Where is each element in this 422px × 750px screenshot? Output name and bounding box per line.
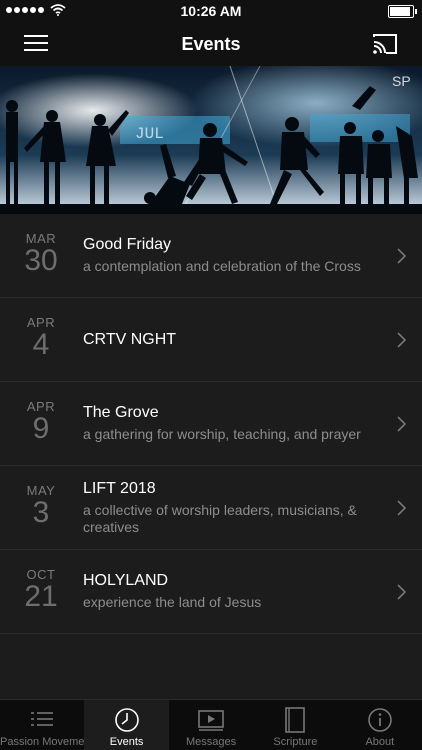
event-date: MAY 3	[0, 483, 82, 528]
event-info: The Grove a gathering for worship, teach…	[83, 382, 382, 465]
event-day: 9	[32, 412, 50, 445]
book-icon	[285, 707, 306, 733]
cast-button[interactable]	[370, 32, 400, 56]
event-title: HOLYLAND	[83, 572, 169, 589]
event-date: OCT 21	[0, 567, 82, 612]
event-date: MAR 30	[0, 231, 82, 276]
tab-label: About	[365, 736, 395, 748]
tab-scripture[interactable]: Scripture	[253, 700, 337, 750]
event-info: CRTV NGHT	[83, 298, 382, 381]
event-date: APR 9	[0, 399, 82, 444]
chevron-right-icon	[397, 584, 406, 600]
nav-bar: Events	[0, 22, 422, 66]
tab-label: Events	[109, 736, 144, 748]
clock-icon	[114, 708, 139, 732]
event-info: Good Friday a contemplation and celebrat…	[83, 214, 382, 297]
tab-label: Scripture	[273, 736, 318, 748]
chevron-right-icon	[397, 248, 406, 264]
status-time: 10:26 AM	[180, 3, 242, 19]
event-row-the-grove[interactable]: APR 9 The Grove a gathering for worship,…	[0, 382, 422, 466]
tab-label: Passion Movement	[0, 736, 94, 748]
event-day: 30	[24, 244, 58, 277]
event-day: 3	[32, 496, 50, 529]
event-subtitle: a gathering for worship, teaching, and p…	[83, 426, 361, 442]
event-subtitle: experience the land of Jesus	[83, 594, 262, 610]
hero-image: JUL SP	[0, 66, 422, 214]
event-row-holyland[interactable]: OCT 21 HOLYLAND experience the land of J…	[0, 550, 422, 634]
event-subtitle: a contemplation and celebration of the C…	[83, 258, 361, 274]
hero-banner: JUL SP	[0, 66, 422, 214]
tab-passion-movement[interactable]: Passion Movement	[0, 700, 94, 750]
tab-events[interactable]: Events	[84, 700, 169, 750]
page-title: Events	[181, 34, 241, 54]
event-info: HOLYLAND experience the land of Jesus	[83, 550, 382, 633]
event-date: APR 4	[0, 315, 82, 360]
chevron-right-icon	[397, 500, 406, 516]
events-list: MAR 30 Good Friday a contemplation and c…	[0, 214, 422, 634]
tab-messages[interactable]: Messages	[169, 700, 253, 750]
event-title: LIFT 2018	[83, 479, 156, 497]
event-row-lift-2018[interactable]: MAY 3 LIFT 2018 a collective of worship …	[0, 466, 422, 550]
event-day: 21	[24, 580, 58, 613]
hero-overlay-text: JUL	[135, 125, 164, 143]
event-day: 4	[32, 328, 50, 361]
event-title: The Grove	[83, 404, 159, 421]
event-info: LIFT 2018 a collective of worship leader…	[83, 466, 382, 549]
chevron-right-icon	[397, 332, 406, 348]
video-icon	[198, 710, 224, 731]
battery-icon	[388, 5, 417, 18]
list-icon	[31, 712, 54, 726]
tab-about[interactable]: About	[338, 700, 422, 750]
tab-bar: Passion Movement Events Messages Scriptu…	[0, 699, 422, 750]
event-subtitle: a collective of worship leaders, musicia…	[83, 501, 357, 535]
cast-icon	[373, 34, 397, 54]
status-bar: 10:26 AM	[0, 0, 422, 22]
event-row-crtv-nght[interactable]: APR 4 CRTV NGHT	[0, 298, 422, 382]
event-title: Good Friday	[83, 236, 172, 253]
info-icon	[368, 708, 392, 732]
tab-label: Messages	[185, 736, 237, 748]
event-row-good-friday[interactable]: MAR 30 Good Friday a contemplation and c…	[0, 214, 422, 298]
chevron-right-icon	[397, 416, 406, 432]
event-title: CRTV NGHT	[83, 330, 177, 348]
hero-corner-logo: SP	[392, 73, 411, 89]
